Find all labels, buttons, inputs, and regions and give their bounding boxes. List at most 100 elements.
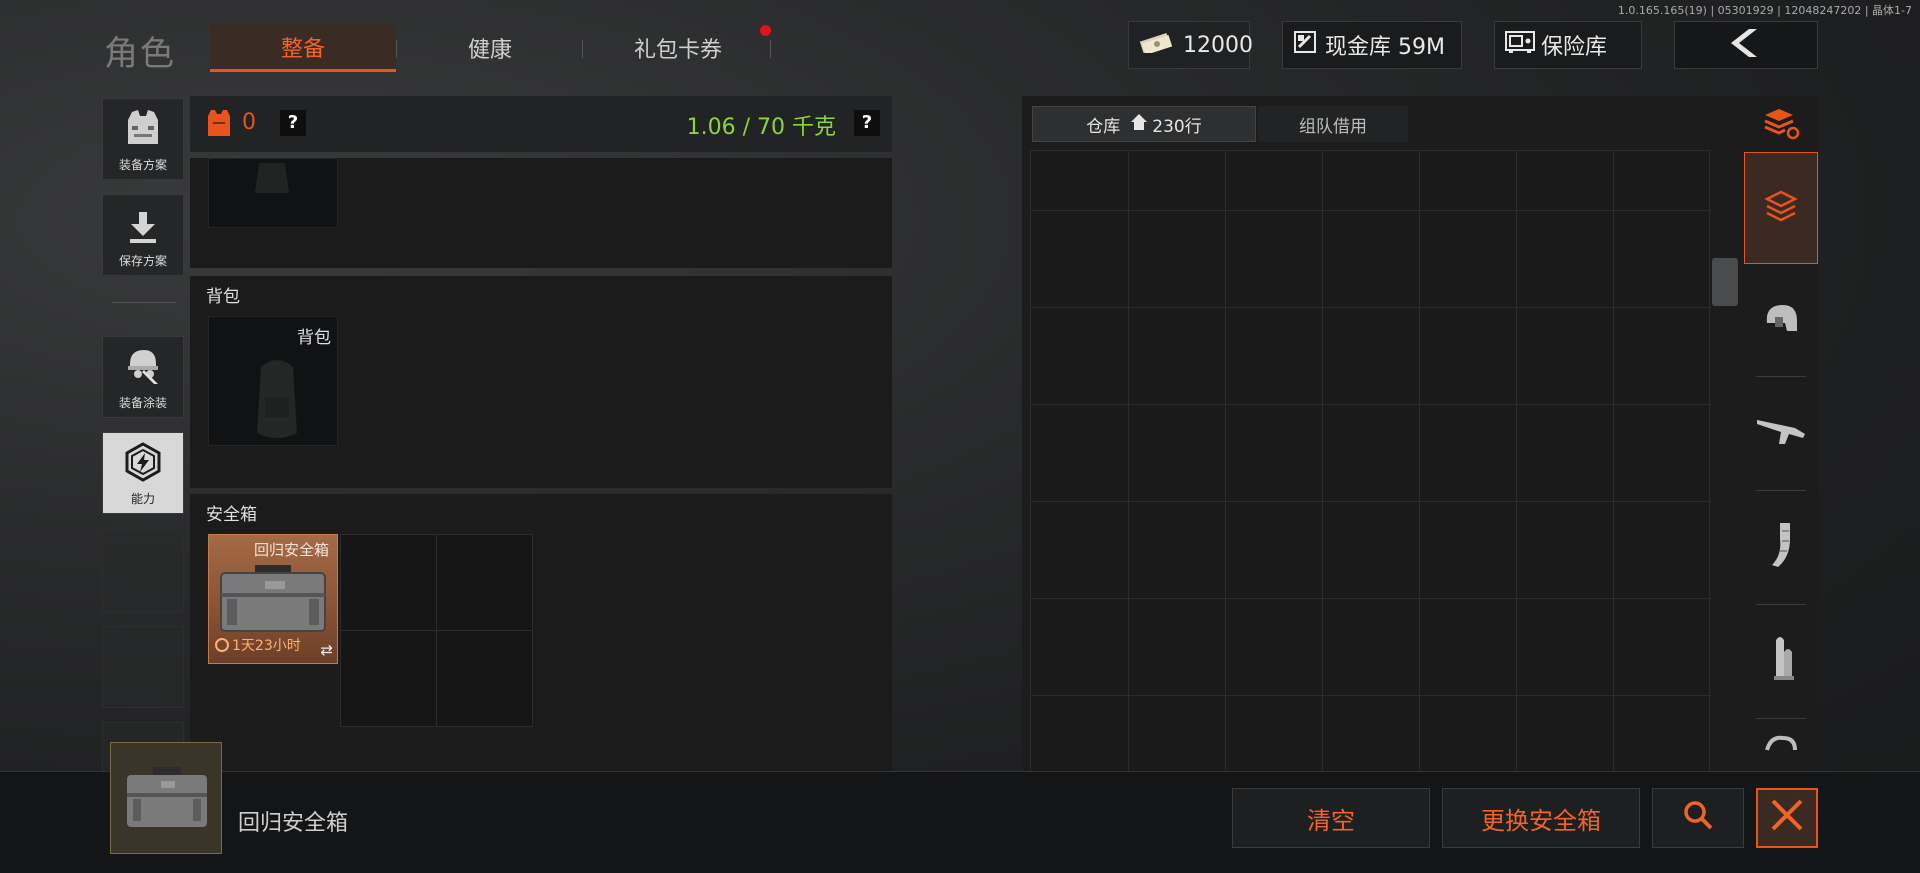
safebox-case-icon (217, 563, 329, 639)
armor-icon (206, 108, 232, 142)
category-all[interactable] (1744, 152, 1818, 264)
category-helmet[interactable] (1744, 264, 1818, 376)
ammo-icon (1766, 634, 1796, 688)
category-divider (1756, 490, 1806, 491)
rifle-icon (1755, 414, 1807, 452)
safebox-item-slot[interactable]: 回归安全箱 1天23小时 ⇄ (208, 534, 338, 664)
clear-button[interactable]: 清空 (1232, 788, 1430, 848)
currency-value: 12000 (1183, 32, 1253, 58)
grid-line (1128, 151, 1129, 773)
vest-icon (122, 108, 164, 152)
search-icon (1683, 800, 1713, 836)
tab-divider (582, 40, 583, 58)
sidebar-item-skin[interactable]: 装备涂装 (102, 336, 184, 418)
backpack-silhouette-icon (247, 357, 307, 447)
sidebar-item-label: 保存方案 (118, 254, 167, 268)
armor-count: 0 (242, 110, 256, 135)
safebox-section: 安全箱 回归安全箱 1天23小时 ⇄ (190, 494, 892, 772)
home-icon (1130, 113, 1148, 136)
selected-item-name: 回归安全箱 (238, 811, 349, 836)
sidebar-empty-slot (102, 626, 184, 708)
grid-line (1419, 151, 1420, 773)
notification-dot (760, 25, 771, 36)
sidebar-item-loadout-plan[interactable]: 装备方案 (102, 98, 184, 180)
safebox-grid-cell[interactable] (340, 534, 437, 631)
tab-equip[interactable]: 整备 (210, 24, 396, 72)
safebox-grid-cell[interactable] (436, 630, 533, 727)
grid-line (1031, 307, 1711, 308)
rig-silhouette-icon (249, 163, 295, 207)
stack-refresh-icon (1761, 107, 1801, 145)
search-button[interactable] (1652, 788, 1744, 848)
version-info: 1.0.165.165(19) | 05301929 | 12048247202… (1617, 4, 1912, 17)
helmet-icon (1761, 301, 1801, 339)
selected-item-thumbnail (110, 742, 222, 854)
replace-safebox-button[interactable]: 更换安全箱 (1442, 788, 1640, 848)
backpack-section-title: 背包 (206, 287, 240, 307)
tab-warehouse[interactable]: 仓库 230行 (1032, 106, 1256, 142)
grid-line (1031, 210, 1711, 211)
safebox-timer: 1天23小时 (215, 635, 301, 655)
ability-icon (123, 442, 163, 486)
sidebar-item-save-plan[interactable]: 保存方案 (102, 194, 184, 276)
gear-section (190, 158, 892, 268)
grid-line (1613, 151, 1614, 773)
page-title: 角色 (104, 34, 176, 74)
cash-vault-button[interactable]: 现金库 59M (1282, 21, 1462, 69)
category-magazine[interactable] (1744, 492, 1818, 602)
tab-divider (770, 40, 771, 58)
tab-team-borrow[interactable]: 组队借用 (1258, 106, 1408, 142)
safe-vault-button[interactable]: 保险库 (1494, 21, 1642, 69)
swap-icon: ⇄ (320, 641, 333, 659)
gear-slot[interactable] (208, 158, 338, 228)
magazine-icon (1768, 521, 1794, 573)
sidebar-item-label: 能力 (130, 492, 155, 506)
category-refresh[interactable] (1744, 100, 1818, 152)
category-misc[interactable] (1744, 720, 1818, 772)
misc-icon (1763, 734, 1799, 758)
warehouse-scrollbar[interactable] (1712, 258, 1738, 306)
layers-icon (1764, 189, 1798, 227)
cash-icon (1139, 31, 1173, 59)
warehouse-grid[interactable] (1030, 150, 1711, 773)
sidebar-empty-slot (102, 530, 184, 612)
currency-display: 12000 (1128, 21, 1253, 69)
loadout-status-bar: 0 ? 1.06 / 70 千克 ? (190, 96, 892, 152)
safe-icon (1505, 31, 1535, 59)
grid-line (1031, 695, 1711, 696)
sidebar-divider (112, 302, 176, 303)
back-button[interactable] (1674, 21, 1818, 69)
category-divider (1756, 376, 1806, 377)
helmet-paint-icon (122, 346, 164, 390)
category-ammo[interactable] (1744, 606, 1818, 716)
tab-divider (396, 40, 397, 58)
safebox-grid-cell[interactable] (436, 534, 533, 631)
help-button[interactable]: ? (280, 110, 306, 136)
weight-help-button[interactable]: ? (854, 110, 880, 136)
close-button[interactable] (1756, 788, 1818, 848)
sidebar-item-ability[interactable]: 能力 (102, 432, 184, 514)
grid-line (1322, 151, 1323, 773)
grid-line (1031, 598, 1711, 599)
backpack-slot[interactable]: 背包 (208, 316, 338, 446)
tab-gift-cards[interactable]: 礼包卡券 (586, 24, 770, 72)
grid-line (1516, 151, 1517, 773)
cash-vault-label: 现金库 59M (1325, 35, 1445, 60)
grid-line (1031, 404, 1711, 405)
close-icon (1769, 797, 1805, 839)
weight-display: 1.06 / 70 千克 (686, 115, 836, 140)
safebox-item-name: 回归安全箱 (253, 541, 329, 559)
warehouse-tab-label: 仓库 (1086, 116, 1121, 137)
vault-icon (1293, 30, 1317, 60)
download-icon (126, 210, 160, 248)
timer-text: 1天23小时 (232, 638, 301, 654)
clock-icon (215, 638, 229, 652)
grid-line (1031, 501, 1711, 502)
category-weapon[interactable] (1744, 378, 1818, 488)
backpack-section: 背包 背包 (190, 276, 892, 488)
category-divider (1756, 718, 1806, 719)
sidebar-item-label: 装备涂装 (118, 396, 167, 410)
tab-health[interactable]: 健康 (400, 24, 580, 72)
grid-line (1225, 151, 1226, 773)
safebox-grid-cell[interactable] (340, 630, 437, 727)
